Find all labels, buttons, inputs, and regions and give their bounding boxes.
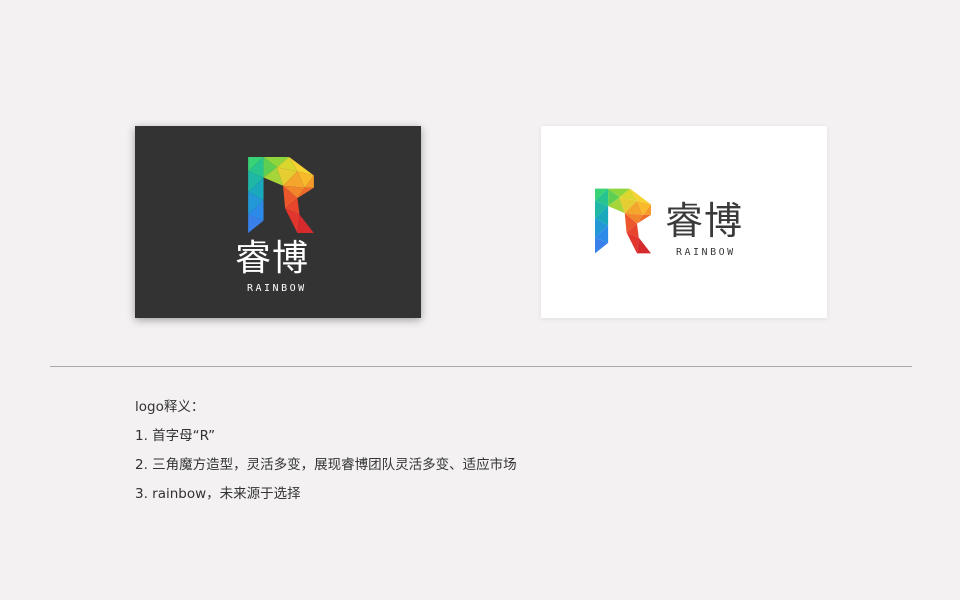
description-title: logo释义：: [135, 399, 205, 415]
logo-description: logo释义： 1. 首字母“R” 2. 三角魔方造型，灵活多变，展现睿博团队灵…: [135, 397, 835, 513]
description-item: 1. 首字母“R”: [135, 428, 216, 444]
logo-card-light: 睿博 RAINBOW: [541, 126, 827, 318]
description-item: 2. 三角魔方造型，灵活多变，展现睿博团队灵活多变、适应市场: [135, 457, 517, 473]
brand-name-en: RAINBOW: [676, 247, 736, 258]
brand-name-en: RAINBOW: [247, 283, 307, 294]
logo-facet: [637, 237, 651, 254]
brand-name-cn: 睿博: [665, 199, 744, 243]
r-logo-icon: [248, 157, 314, 233]
section-divider: [50, 366, 912, 367]
r-logo-icon: [595, 188, 651, 254]
logo-facet: [297, 214, 314, 233]
description-item: 3. rainbow，未来源于选择: [135, 486, 301, 502]
logo-card-dark: 睿博 RAINBOW: [135, 126, 421, 318]
brand-name-cn: 睿博: [235, 238, 310, 279]
